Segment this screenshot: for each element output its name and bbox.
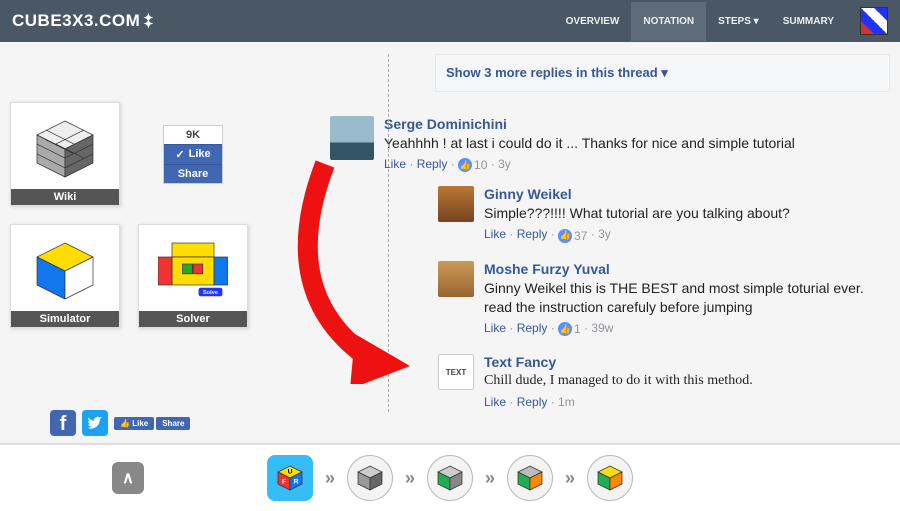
nav-summary[interactable]: SUMMARY xyxy=(771,2,846,41)
comment-text: Ginny Weikel this is THE BEST and most s… xyxy=(484,279,890,317)
comment-author[interactable]: Text Fancy xyxy=(484,354,890,370)
comment-author[interactable]: Serge Dominichini xyxy=(384,116,890,132)
tile-simulator-label: Simulator xyxy=(11,311,119,327)
comment-age: 1m xyxy=(558,395,575,409)
reply-link[interactable]: Reply xyxy=(517,321,548,335)
comment-meta: Like · Reply · 👍 37 · 3y xyxy=(484,227,890,243)
tile-solver[interactable]: Solve Solver xyxy=(138,224,248,328)
comment-text: Chill dude, I managed to do it with this… xyxy=(484,372,890,391)
social-row: f 👍 Like Share xyxy=(50,410,270,436)
step-5[interactable] xyxy=(587,455,633,501)
step-separator: » xyxy=(485,468,495,489)
reply-3: TEXT Text Fancy Chill dude, I managed to… xyxy=(438,354,890,409)
avatar[interactable] xyxy=(438,261,474,297)
nav-steps[interactable]: STEPS ▾ xyxy=(706,2,771,41)
comment-age: 3y xyxy=(498,157,511,171)
back-button[interactable]: ∧ xyxy=(112,462,144,494)
nav-steps-label: STEPS xyxy=(718,16,751,27)
show-more-replies[interactable]: Show 3 more replies in this thread ▾ xyxy=(435,54,890,92)
facebook-icon[interactable]: f xyxy=(50,410,76,436)
like-link[interactable]: Like xyxy=(484,395,506,409)
navbar: CUBE3X3.COM ✦✦ OVERVIEW NOTATION STEPS ▾… xyxy=(0,0,900,42)
comment-text: Yeahhhh ! at last i could do it ... Than… xyxy=(384,134,890,153)
comment-meta: Like · Reply · 👍 1 · 39w xyxy=(484,321,890,337)
reply-link[interactable]: Reply xyxy=(517,395,548,409)
thread-line xyxy=(388,54,389,412)
reply-2: Moshe Furzy Yuval Ginny Weikel this is T… xyxy=(438,261,890,336)
svg-text:R: R xyxy=(294,478,299,485)
step-cube-icon xyxy=(595,463,625,493)
like-count: 10 xyxy=(474,158,487,172)
like-link[interactable]: Like xyxy=(484,227,506,241)
cube-solver-icon: Solve xyxy=(158,236,228,306)
chevron-down-icon: ▾ xyxy=(661,65,668,80)
fb-like-label: Like xyxy=(189,148,211,160)
nav-notation[interactable]: NOTATION xyxy=(631,2,706,41)
step-2[interactable] xyxy=(347,455,393,501)
comment-meta: Like · Reply · 1m xyxy=(484,395,890,409)
comment-age: 3y xyxy=(598,227,611,241)
svg-text:f: f xyxy=(60,413,67,435)
mini-share-button[interactable]: Share xyxy=(156,417,190,430)
thumb-icon: 👍 xyxy=(120,419,130,428)
like-link[interactable]: Like xyxy=(484,321,506,335)
mini-like-button[interactable]: 👍 Like xyxy=(114,417,154,430)
like-count-icon: 👍 xyxy=(558,229,572,243)
cube-wiki-icon xyxy=(30,114,100,184)
step-cube-icon xyxy=(515,463,545,493)
content: Show 3 more replies in this thread ▾ Ser… xyxy=(270,54,890,442)
step-cube-icon xyxy=(355,463,385,493)
svg-text:Solve: Solve xyxy=(203,290,218,296)
mini-like-label: Like xyxy=(132,419,148,428)
step-1[interactable]: UF R xyxy=(267,455,313,501)
like-count-icon: 👍 xyxy=(458,158,472,172)
twitter-icon[interactable] xyxy=(82,410,108,436)
step-cube-icon: UF R xyxy=(275,463,305,493)
comment-age: 39w xyxy=(591,321,613,335)
step-cube-icon xyxy=(435,463,465,493)
reply-1: Ginny Weikel Simple???!!!! What tutorial… xyxy=(438,186,890,242)
avatar[interactable] xyxy=(330,116,374,160)
nav-overview[interactable]: OVERVIEW xyxy=(554,2,632,41)
tile-simulator[interactable]: Simulator xyxy=(10,224,120,328)
reply-link[interactable]: Reply xyxy=(417,157,448,171)
bottom-step-bar: ∧ UF R » » » » xyxy=(0,443,900,511)
comment-root: Serge Dominichini Yeahhhh ! at last i co… xyxy=(330,116,890,427)
sparkle-icon: ✦✦ xyxy=(143,15,154,27)
step-separator: » xyxy=(565,468,575,489)
comment-author[interactable]: Ginny Weikel xyxy=(484,186,890,202)
tile-wiki[interactable]: Wiki xyxy=(10,102,120,206)
svg-text:F: F xyxy=(282,478,286,485)
step-4[interactable] xyxy=(507,455,553,501)
fb-like-button[interactable]: ✓ Like xyxy=(164,144,222,164)
sidebar: Wiki 9K ✓ Like Share Simulator xyxy=(10,54,270,442)
show-more-label: Show 3 more replies in this thread xyxy=(446,65,658,80)
like-count: 37 xyxy=(574,229,587,243)
fb-like-box: 9K ✓ Like Share xyxy=(163,125,223,184)
cube-simulator-icon xyxy=(30,236,100,306)
tile-solver-label: Solver xyxy=(139,311,247,327)
step-separator: » xyxy=(405,468,415,489)
logo-text: CUBE3X3.COM xyxy=(12,11,140,31)
avatar[interactable] xyxy=(438,186,474,222)
check-icon: ✓ xyxy=(175,148,184,161)
reply-link[interactable]: Reply xyxy=(517,227,548,241)
like-count-icon: 👍 xyxy=(558,322,572,336)
step-3[interactable] xyxy=(427,455,473,501)
caret-down-icon: ▾ xyxy=(754,16,759,27)
comment-meta: Like · Reply · 👍 10 · 3y xyxy=(384,157,890,173)
nav-links: OVERVIEW NOTATION STEPS ▾ SUMMARY xyxy=(554,2,888,41)
cube-logo-icon[interactable] xyxy=(860,7,888,35)
svg-text:U: U xyxy=(288,469,293,476)
step-separator: » xyxy=(325,468,335,489)
logo[interactable]: CUBE3X3.COM ✦✦ xyxy=(12,11,154,31)
fb-count: 9K xyxy=(164,126,222,144)
tile-wiki-label: Wiki xyxy=(11,189,119,205)
fb-share-button[interactable]: Share xyxy=(164,164,222,183)
comment-author[interactable]: Moshe Furzy Yuval xyxy=(484,261,890,277)
avatar[interactable]: TEXT xyxy=(438,354,474,390)
like-count: 1 xyxy=(574,322,581,336)
comment-text: Simple???!!!! What tutorial are you talk… xyxy=(484,204,890,223)
